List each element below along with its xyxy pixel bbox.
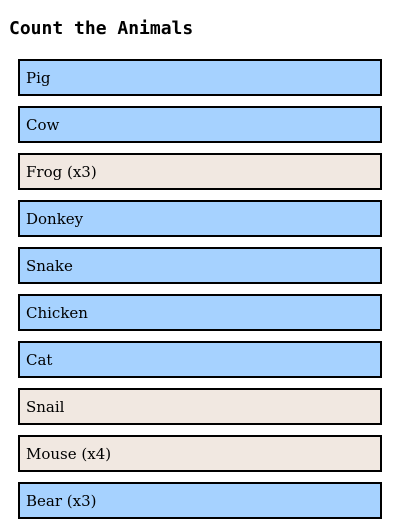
animal-item-snake[interactable]: Snake bbox=[18, 247, 382, 284]
animal-item-label: Pig bbox=[26, 68, 51, 87]
animal-item-label: Cat bbox=[26, 350, 53, 369]
animal-item-bear[interactable]: Bear (x3) bbox=[18, 482, 382, 519]
animal-item-label: Donkey bbox=[26, 209, 84, 228]
animal-item-cow[interactable]: Cow bbox=[18, 106, 382, 143]
animal-item-snail[interactable]: Snail bbox=[18, 388, 382, 425]
animal-item-label: Snail bbox=[26, 397, 65, 416]
animal-item-frog[interactable]: Frog (x3) bbox=[18, 153, 382, 190]
animal-item-pig[interactable]: Pig bbox=[18, 59, 382, 96]
page-title: Count the Animals bbox=[9, 18, 194, 39]
animal-item-label: Mouse (x4) bbox=[26, 444, 112, 463]
animal-item-label: Chicken bbox=[26, 303, 88, 322]
animal-item-donkey[interactable]: Donkey bbox=[18, 200, 382, 237]
animal-item-cat[interactable]: Cat bbox=[18, 341, 382, 378]
animal-item-label: Snake bbox=[26, 256, 73, 275]
animal-item-label: Cow bbox=[26, 115, 60, 134]
animal-list: Pig Cow Frog (x3) Donkey Snake Chicken C… bbox=[18, 59, 382, 529]
animal-item-chicken[interactable]: Chicken bbox=[18, 294, 382, 331]
animal-item-mouse[interactable]: Mouse (x4) bbox=[18, 435, 382, 472]
animal-item-label: Bear (x3) bbox=[26, 491, 97, 510]
animal-item-label: Frog (x3) bbox=[26, 162, 97, 181]
